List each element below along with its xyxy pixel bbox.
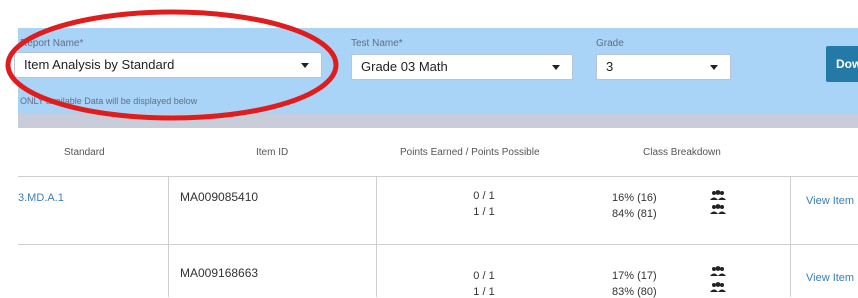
- view-item-link[interactable]: View Item: [806, 195, 854, 207]
- test-name-label: Test Name*: [351, 38, 403, 49]
- row-divider: [18, 244, 858, 245]
- column-divider: [168, 176, 169, 297]
- breakdown-row-0: 16% (16): [612, 192, 657, 204]
- breakdown-row-1: 84% (81): [612, 208, 657, 220]
- report-name-label: Report Name*: [20, 38, 84, 49]
- row-divider: [18, 176, 858, 177]
- header-points: Points Earned / Points Possible: [400, 147, 540, 158]
- points-row-0: 0 / 1: [473, 190, 495, 202]
- grade-label: Grade: [596, 38, 624, 49]
- item-id: MA009168663: [180, 266, 259, 280]
- group-icon[interactable]: [710, 190, 726, 200]
- grade-value: 3: [606, 59, 614, 74]
- test-name-value: Grade 03 Math: [361, 59, 448, 74]
- group-icon[interactable]: [710, 204, 726, 214]
- report-name-select[interactable]: Item Analysis by Standard: [14, 52, 322, 78]
- points-row-1: 1 / 1: [473, 286, 495, 298]
- view-item-link[interactable]: View Item: [806, 272, 854, 284]
- breakdown-row-0: 17% (17): [612, 270, 657, 282]
- header-item-id: Item ID: [256, 147, 289, 158]
- chevron-down-icon: [710, 65, 718, 70]
- group-icon[interactable]: [710, 266, 726, 276]
- column-divider: [790, 176, 791, 297]
- breakdown-row-1: 83% (80): [612, 286, 657, 298]
- grade-select[interactable]: 3: [596, 54, 731, 80]
- points-row-0: 0 / 1: [473, 270, 495, 282]
- item-id: MA009085410: [180, 190, 259, 204]
- group-icon[interactable]: [710, 282, 726, 292]
- chevron-down-icon: [552, 65, 560, 70]
- availability-note: ONLY available Data will be displayed be…: [20, 96, 198, 106]
- column-divider: [376, 176, 377, 297]
- filter-subbar: [18, 114, 858, 128]
- report-name-value: Item Analysis by Standard: [24, 57, 175, 72]
- chevron-down-icon: [301, 63, 309, 68]
- points-row-1: 1 / 1: [473, 206, 495, 218]
- test-name-select[interactable]: Grade 03 Math: [351, 54, 573, 80]
- header-class-breakdown: Class Breakdown: [643, 147, 721, 158]
- header-standard: Standard: [64, 147, 105, 158]
- standard-link[interactable]: 3.MD.A.1: [18, 192, 64, 204]
- download-button[interactable]: Dow: [826, 46, 858, 82]
